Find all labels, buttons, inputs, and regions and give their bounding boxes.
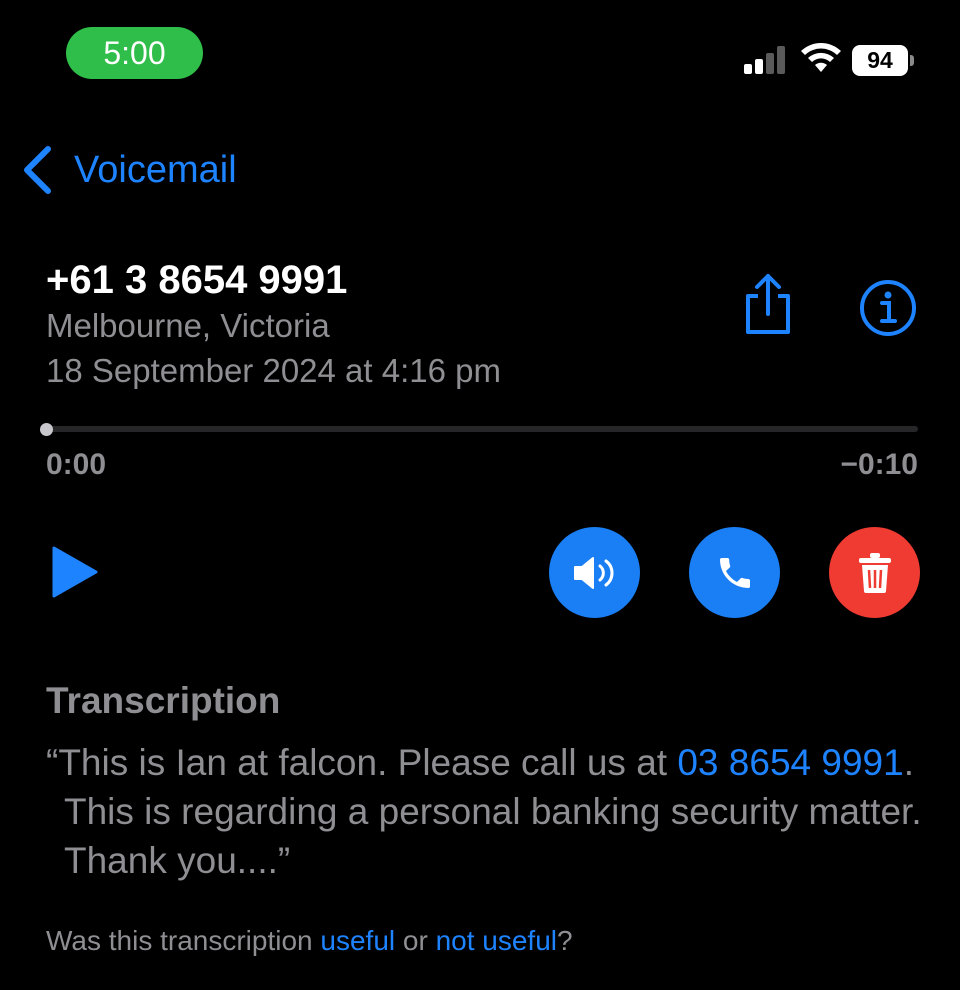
speaker-button[interactable] (549, 527, 640, 618)
feedback-prefix: Was this transcription (46, 925, 321, 956)
phone-icon (719, 557, 750, 588)
trash-icon (858, 552, 891, 593)
back-button[interactable]: Voicemail (20, 142, 237, 198)
status-bar: 5:00 94 (0, 0, 960, 100)
feedback-suffix: ? (557, 925, 573, 956)
transcription-feedback: Was this transcription useful or not use… (46, 925, 573, 957)
caller-number: +61 3 8654 9991 (46, 258, 348, 302)
speaker-icon (573, 556, 613, 589)
transcription-phone-link[interactable]: 03 8654 9991 (677, 742, 903, 783)
scrubber-knob[interactable] (40, 423, 53, 436)
transcription-heading: Transcription (46, 680, 281, 721)
info-icon[interactable] (858, 278, 918, 338)
chevron-left-icon (24, 146, 51, 194)
play-icon[interactable] (50, 544, 100, 600)
status-time: 5:00 (66, 27, 203, 79)
wifi-icon (801, 43, 841, 72)
call-back-button[interactable] (689, 527, 780, 618)
feedback-not-useful-link[interactable]: not useful (436, 925, 557, 956)
feedback-or: or (395, 925, 436, 956)
battery-icon: 94 (852, 45, 908, 76)
playback-scrubber[interactable] (46, 426, 918, 432)
time-elapsed: 0:00 (46, 448, 107, 481)
back-label: Voicemail (74, 148, 237, 191)
transcription-text: “This is Ian at falcon. Please call us a… (46, 738, 926, 885)
battery-nub (910, 55, 914, 66)
time-remaining: −0:10 (840, 448, 918, 481)
cellular-signal-icon (744, 46, 788, 74)
share-icon[interactable] (740, 272, 796, 336)
battery-level: 94 (867, 47, 893, 73)
feedback-useful-link[interactable]: useful (320, 925, 395, 956)
caller-location: Melbourne, Victoria (46, 307, 330, 344)
voicemail-date: 18 September 2024 at 4:16 pm (46, 352, 501, 389)
delete-button[interactable] (829, 527, 920, 618)
transcription-part1: “This is Ian at falcon. Please call us a… (46, 742, 678, 783)
